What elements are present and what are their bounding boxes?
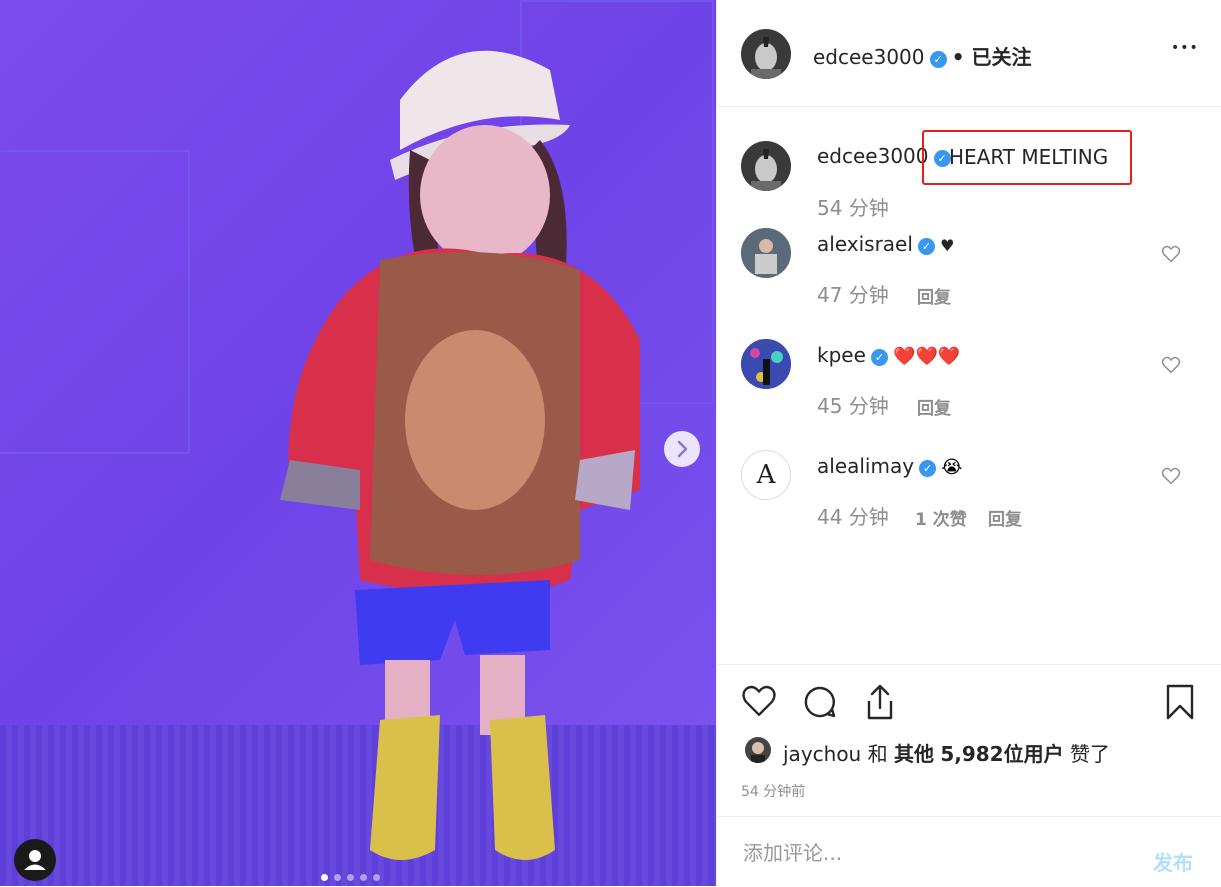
avatar[interactable] bbox=[741, 29, 791, 79]
like-count[interactable]: 1 次赞 bbox=[915, 505, 967, 530]
post-sidebar: edcee3000 ✓ • 已关注 ••• edcee3000 ✓ HEART … bbox=[716, 0, 1221, 886]
avatar[interactable] bbox=[741, 339, 791, 389]
likes-users-label[interactable]: 位用户 bbox=[1004, 742, 1064, 766]
carousel-dot bbox=[321, 874, 328, 881]
likes-summary: jaychou 和 其他 5,982位用户 赞了 bbox=[783, 738, 1110, 767]
caption-text: HEART MELTING bbox=[949, 145, 1109, 169]
verified-icon: ✓ bbox=[870, 349, 888, 366]
comment-text: ♥ bbox=[940, 236, 955, 255]
comment-time: 45 分钟 bbox=[817, 394, 889, 418]
caption-author[interactable]: edcee3000 bbox=[817, 144, 929, 168]
caption-time: 54 分钟 bbox=[817, 196, 889, 220]
likes-and: 和 bbox=[867, 742, 888, 766]
comment-icon[interactable] bbox=[803, 685, 837, 719]
carousel-indicator bbox=[318, 866, 383, 885]
carousel-dot bbox=[373, 874, 380, 881]
logo-letter: A bbox=[756, 460, 776, 490]
carousel-dot bbox=[334, 874, 341, 881]
verified-icon: ✓ bbox=[919, 460, 937, 477]
reply-button[interactable]: 回复 bbox=[917, 283, 951, 308]
add-comment-bar: 发布 bbox=[717, 816, 1221, 887]
post-photo[interactable] bbox=[0, 0, 716, 886]
photo-subject bbox=[280, 50, 640, 860]
comment-time: 47 分钟 bbox=[817, 283, 889, 307]
comment-username[interactable]: alexisrael bbox=[817, 232, 913, 256]
comment-username[interactable]: kpee bbox=[817, 343, 866, 367]
next-arrow-icon[interactable] bbox=[664, 431, 700, 467]
heart-icon[interactable] bbox=[1161, 245, 1181, 263]
action-bar bbox=[717, 664, 1221, 720]
liker-username[interactable]: jaychou bbox=[783, 742, 861, 766]
post-time: 54 分钟前 bbox=[741, 784, 806, 800]
comment-text: 😭 bbox=[941, 457, 963, 478]
avatar[interactable] bbox=[745, 737, 771, 763]
verified-icon: ✓ bbox=[929, 51, 947, 68]
share-icon[interactable] bbox=[863, 683, 897, 721]
reply-button[interactable]: 回复 bbox=[917, 394, 951, 419]
heart-icon[interactable] bbox=[1161, 467, 1181, 485]
comment-time: 44 分钟 bbox=[817, 505, 889, 529]
likes-count[interactable]: 5,982 bbox=[940, 742, 1003, 766]
comment-text: ❤️❤️❤️ bbox=[893, 346, 961, 367]
comment-username[interactable]: alealimay bbox=[817, 454, 914, 478]
heart-icon[interactable] bbox=[1161, 356, 1181, 374]
wall-panel bbox=[0, 150, 190, 454]
avatar[interactable] bbox=[741, 228, 791, 278]
profile-icon[interactable] bbox=[14, 839, 56, 881]
more-icon[interactable]: ••• bbox=[1171, 40, 1199, 56]
verified-icon: ✓ bbox=[918, 238, 936, 255]
carousel-dot bbox=[360, 874, 367, 881]
author-username[interactable]: edcee3000 bbox=[813, 45, 925, 69]
heart-icon[interactable] bbox=[741, 685, 777, 717]
post-header: edcee3000 ✓ • 已关注 ••• bbox=[717, 0, 1221, 107]
avatar[interactable] bbox=[741, 141, 791, 191]
carousel-dot bbox=[347, 874, 354, 881]
reply-button[interactable]: 回复 bbox=[988, 505, 1022, 530]
bookmark-icon[interactable] bbox=[1165, 683, 1195, 721]
post-comment-button[interactable]: 发布 bbox=[1153, 847, 1193, 876]
avatar[interactable]: A bbox=[741, 450, 791, 500]
follow-status[interactable]: • 已关注 bbox=[952, 45, 1032, 69]
likes-liked: 赞了 bbox=[1069, 742, 1110, 766]
likes-others[interactable]: 其他 bbox=[894, 742, 934, 766]
comment-input[interactable] bbox=[741, 837, 1125, 869]
